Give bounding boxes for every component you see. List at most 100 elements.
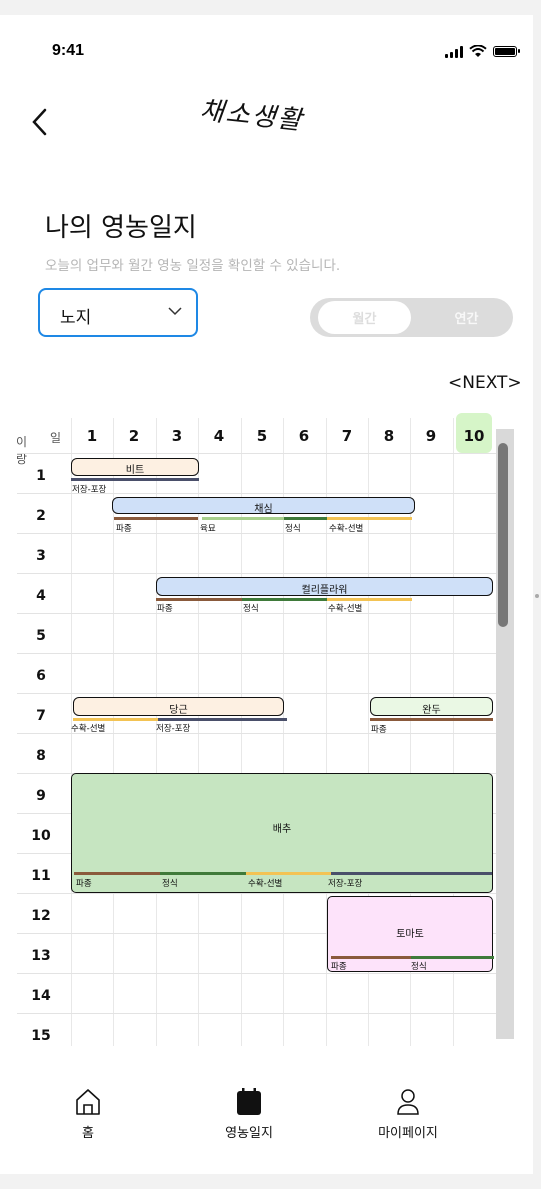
stage-label: 파종 xyxy=(157,604,173,614)
scrollbar-thumb[interactable] xyxy=(498,443,508,627)
status-time: 9:41 xyxy=(52,42,85,59)
day-header: 3 xyxy=(171,427,183,445)
crop-label: 컬리플라워 xyxy=(301,585,348,596)
nav-diary[interactable]: 영농일지 xyxy=(194,1088,304,1141)
stage-sow-segment xyxy=(370,718,493,721)
stage-label: 정식 xyxy=(243,604,259,614)
stage-label: 수확-선별 xyxy=(248,879,283,889)
day-header: 6 xyxy=(298,427,310,445)
stage-storage-segment xyxy=(158,718,287,721)
stage-plant-segment xyxy=(160,872,246,875)
stage-label: 파종 xyxy=(76,879,92,889)
edge-dot xyxy=(535,594,539,598)
day-header: 8 xyxy=(383,427,395,445)
field-type-dropdown[interactable]: 노지 xyxy=(38,288,198,337)
crop-block-tomato[interactable]: 토마토 xyxy=(327,896,493,972)
toggle-monthly[interactable]: 월간 xyxy=(318,308,411,327)
stage-label: 저장-포장 xyxy=(328,879,363,889)
stage-label: 수확-선별 xyxy=(328,604,363,614)
row-label: 11 xyxy=(31,868,51,884)
stage-harvest-segment xyxy=(246,872,331,875)
stage-label: 저장-포장 xyxy=(156,724,191,734)
stage-storage-segment xyxy=(71,478,199,481)
row-label: 6 xyxy=(36,668,46,684)
crop-bar-pea[interactable]: 완두 xyxy=(370,697,493,716)
stage-plant-segment xyxy=(242,598,327,601)
stage-label: 정식 xyxy=(162,879,178,889)
crop-bar-cauliflower[interactable]: 컬리플라워 xyxy=(156,577,493,596)
battery-icon xyxy=(493,46,520,57)
row-label: 13 xyxy=(31,948,51,964)
crop-bar-beet[interactable]: 비트 xyxy=(71,458,199,476)
stage-harvest-segment xyxy=(327,598,412,601)
day-header[interactable]: 10 xyxy=(459,427,489,445)
day-caption: 일 xyxy=(50,431,62,445)
bottom-nav: 홈 영농일지 마이페이지 xyxy=(0,1087,533,1167)
grid-hline xyxy=(17,973,498,974)
crop-bar-chaesim[interactable]: 채심 xyxy=(112,497,415,515)
stage-seedling-segment xyxy=(202,517,284,520)
stage-label: 파종 xyxy=(116,524,132,534)
nav-diary-label: 영농일지 xyxy=(225,1126,273,1141)
period-toggle[interactable]: 월간 연간 xyxy=(310,298,513,337)
home-icon xyxy=(76,1089,100,1115)
day-header: 9 xyxy=(425,427,437,445)
nav-mypage[interactable]: 마이페이지 xyxy=(353,1088,463,1141)
status-icons xyxy=(445,45,520,58)
nav-mypage-label: 마이페이지 xyxy=(378,1126,438,1141)
signal-icon xyxy=(445,45,463,58)
nav-home[interactable]: 홈 xyxy=(33,1088,143,1141)
row-label: 7 xyxy=(36,708,46,724)
stage-label: 파종 xyxy=(371,725,387,735)
grid-hline xyxy=(17,453,498,454)
grid-hline xyxy=(17,693,498,694)
grid-hline xyxy=(17,1013,498,1014)
dropdown-value: 노지 xyxy=(60,308,92,328)
grid-hline xyxy=(17,893,498,894)
stage-sow-segment xyxy=(74,872,160,875)
stage-label: 육묘 xyxy=(200,524,216,534)
stage-label: 파종 xyxy=(331,962,347,972)
crop-label: 채심 xyxy=(254,504,273,515)
stage-label: 정식 xyxy=(285,524,301,534)
row-label: 3 xyxy=(36,548,46,564)
row-label: 10 xyxy=(31,828,51,844)
day-header: 7 xyxy=(341,427,353,445)
stage-sow-segment xyxy=(156,598,242,601)
stage-sow-segment xyxy=(331,956,411,959)
row-label: 2 xyxy=(36,508,46,524)
page-heading: 나의 영농일지 xyxy=(45,213,197,243)
row-label: 12 xyxy=(31,908,51,924)
row-label: 15 xyxy=(31,1028,51,1044)
grid-hline xyxy=(17,533,498,534)
vertical-scrollbar[interactable] xyxy=(496,429,514,1039)
row-caption: 이랑 xyxy=(16,435,28,466)
crop-label: 배추 xyxy=(272,824,292,835)
day-header: 5 xyxy=(256,427,268,445)
stage-sow-segment xyxy=(114,517,198,520)
stage-harvest-segment xyxy=(73,718,158,721)
app-screen: 9:41 채소생활 나의 영농일지 오늘의 업무와 월간 영농 일정을 확인할 … xyxy=(0,15,533,1174)
stage-storage-segment xyxy=(331,872,492,875)
crop-bar-carrot[interactable]: 당근 xyxy=(73,697,284,716)
app-title: 채소생활 xyxy=(198,95,305,137)
grid-hline xyxy=(17,653,498,654)
stage-label: 정식 xyxy=(411,962,427,972)
stage-plant-segment xyxy=(284,517,327,520)
day-header: 4 xyxy=(213,427,225,445)
user-icon xyxy=(397,1089,419,1115)
stage-label: 저장-포장 xyxy=(72,485,107,495)
stage-plant-segment xyxy=(411,956,494,959)
row-label: 4 xyxy=(36,588,46,604)
day-header: 1 xyxy=(86,427,98,445)
row-label: 5 xyxy=(36,628,46,644)
page-subtitle: 오늘의 업무와 월간 영농 일정을 확인할 수 있습니다. xyxy=(45,258,341,274)
chevron-down-icon xyxy=(168,307,182,316)
back-chevron-icon[interactable] xyxy=(28,105,52,139)
crop-block-napa[interactable]: 배추 xyxy=(71,773,493,893)
row-label: 14 xyxy=(31,988,51,1004)
crop-label: 당근 xyxy=(169,705,188,716)
row-label: 1 xyxy=(36,468,46,484)
toggle-yearly[interactable]: 연간 xyxy=(420,308,513,327)
next-button[interactable]: <NEXT> xyxy=(448,373,522,393)
